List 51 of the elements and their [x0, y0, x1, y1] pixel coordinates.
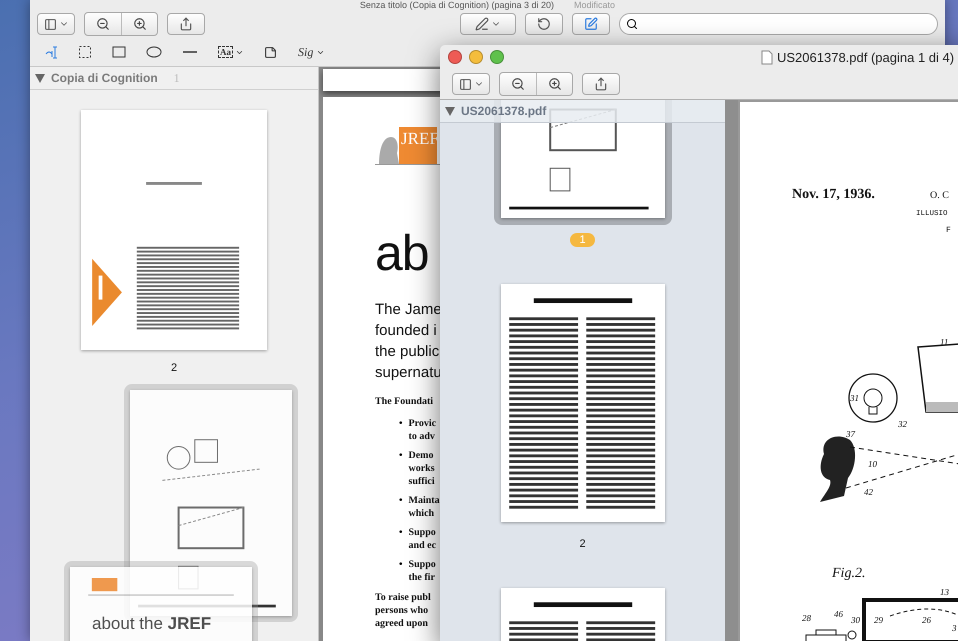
window-title: Senza titolo (Copia di Cognition) (pagina 3 di 20)	[360, 0, 554, 10]
reference-numeral: 30	[851, 616, 860, 626]
bullet-line: works	[408, 462, 435, 475]
patent-date: Nov. 17, 1936.	[792, 187, 875, 202]
thumbnail-heading: about the JREF	[92, 615, 212, 634]
sidebar-title: US2061378.pdf	[461, 104, 546, 118]
closing-line: agreed upon	[375, 617, 428, 630]
page-number: 2	[170, 362, 178, 374]
closing-line: persons who	[375, 604, 428, 617]
bullet-line: Suppo	[408, 526, 436, 539]
bullet-icon: •	[399, 449, 403, 462]
bullet-icon: •	[399, 417, 403, 430]
reference-numeral: 42	[864, 488, 873, 498]
sidebar-title: Copia di Cognition	[51, 71, 158, 85]
intro-line: founded i	[375, 321, 437, 341]
reference-numeral: 37	[846, 430, 855, 440]
bullet-icon: •	[399, 526, 403, 539]
lead-text: The Foundati	[375, 395, 434, 408]
document-status: Modificato	[574, 0, 616, 10]
window-title: US2061378.pdf (pagina 1 di 4)	[777, 50, 954, 64]
intro-line: supernatu	[375, 363, 442, 383]
reference-numeral: 13	[940, 588, 949, 598]
reference-numeral: 29	[874, 616, 883, 626]
closing-line: To raise publ	[375, 591, 431, 604]
page-heading: ab	[375, 224, 429, 283]
intro-line: The Jame	[375, 300, 442, 320]
reference-numeral: 46	[834, 610, 843, 620]
patent-subtitle: F	[946, 227, 951, 236]
bullet-line: Mainta	[408, 494, 440, 507]
page-number: 1	[570, 233, 595, 247]
page-number: 2	[578, 537, 587, 551]
intro-line: the public	[375, 342, 440, 362]
bullet-icon: •	[399, 494, 403, 507]
figure-label: Fig.2.	[832, 566, 866, 582]
patent-inventor: O. C	[930, 190, 949, 201]
bullet-line: and ec	[408, 539, 436, 552]
jref-logo: JREF	[399, 127, 437, 164]
bullet-line: suffici	[408, 475, 435, 488]
reference-numeral: 28	[802, 614, 811, 624]
bullet-line: Provic	[408, 417, 436, 430]
bullet-line: to adv	[408, 430, 435, 443]
bullet-icon: •	[399, 558, 403, 571]
reference-numeral: 32	[898, 420, 907, 430]
bullet-line: Suppo	[408, 558, 436, 571]
reference-numeral: 31	[850, 394, 859, 404]
reference-numeral: 10	[868, 460, 877, 470]
bullet-line: which	[408, 507, 434, 520]
reference-numeral: 3	[952, 624, 956, 634]
reference-numeral: 26	[922, 616, 931, 626]
bullet-line: the fir	[408, 571, 435, 584]
bullet-line: Demo	[408, 449, 434, 462]
